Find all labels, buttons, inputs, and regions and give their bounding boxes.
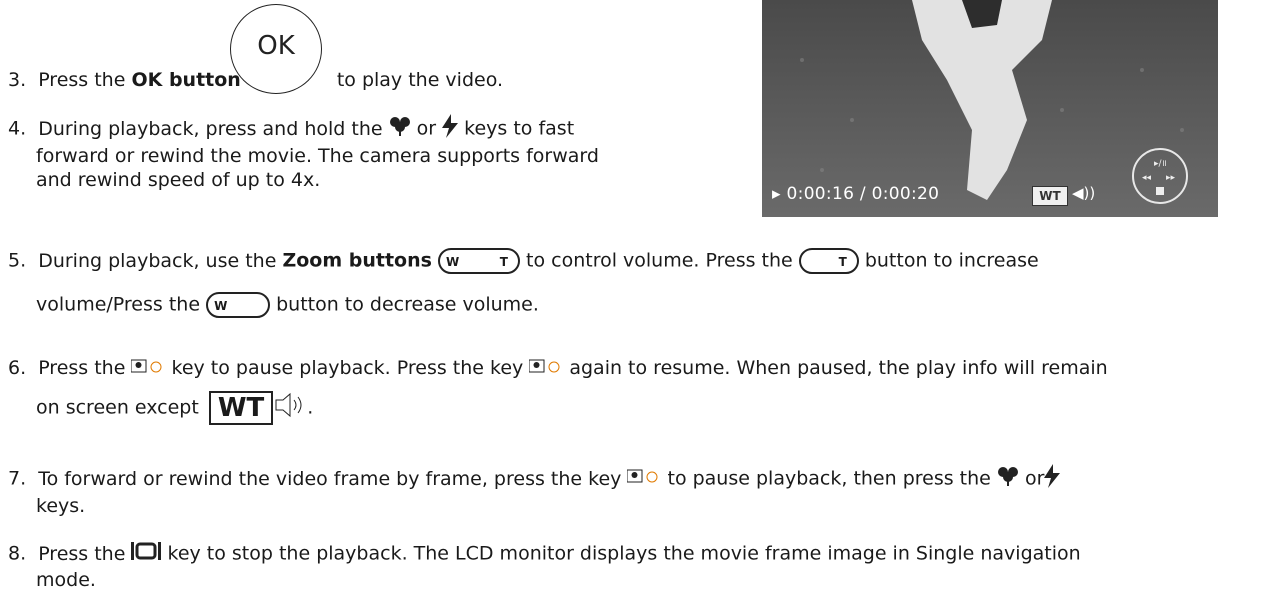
step-8: 8. Press the key to stop the playback. T… (8, 540, 1081, 592)
step-5: 5. During playback, use the Zoom buttons… (8, 248, 1039, 318)
step-7: 7. To forward or rewind the video frame … (8, 464, 1061, 518)
face-detect-icon (130, 357, 165, 381)
wt-icon: WT (208, 390, 274, 425)
zoom-w-icon: W (206, 292, 271, 318)
face-detect-icon (626, 467, 661, 491)
macro-flower-icon (389, 116, 411, 142)
flash-icon (442, 114, 459, 144)
macro-flower-icon (997, 466, 1019, 492)
volume-speaker-icon (273, 391, 307, 425)
step-6: 6. Press the key to pause playback. Pres… (8, 357, 1108, 425)
step-3: 3. Press the OK button to play the video. (8, 69, 504, 91)
flash-icon (1044, 464, 1061, 494)
zoom-rocker-icon: W T (437, 248, 520, 274)
playback-icon (131, 540, 162, 568)
face-detect-icon (528, 357, 563, 381)
svg-text:◂◂: ◂◂ (1142, 173, 1152, 183)
timecode: ▸ 0:00:16 / 0:00:20 (772, 184, 940, 204)
dpad-icon: ▸/॥ ◂◂ ▸▸ (1132, 148, 1188, 204)
svg-text:▸/॥: ▸/॥ (1154, 159, 1167, 169)
wt-indicator: WT (1032, 186, 1068, 206)
step-4: 4. During playback, press and hold the o… (8, 114, 599, 192)
volume-speaker-icon: ◀)) (1072, 184, 1096, 202)
svg-text:▸▸: ▸▸ (1166, 173, 1176, 183)
zoom-t-icon: T (798, 248, 859, 274)
video-playback-screen: ▸ 0:00:16 / 0:00:20 WT ◀)) ▸/॥ ◂◂ ▸▸ (762, 0, 1218, 217)
